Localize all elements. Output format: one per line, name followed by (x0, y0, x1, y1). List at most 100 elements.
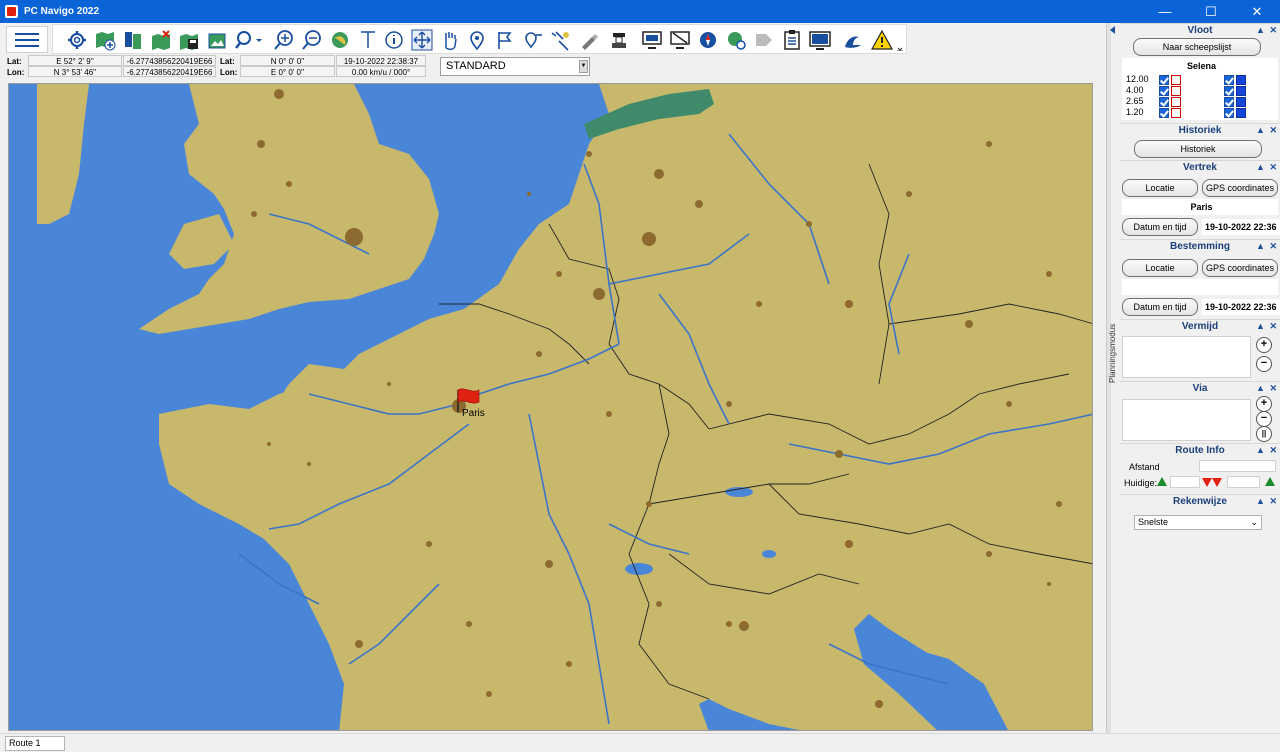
current-value-2 (1227, 476, 1260, 488)
height-checkbox[interactable] (1159, 97, 1169, 107)
route-pin-icon[interactable] (522, 29, 544, 51)
flag-icon[interactable] (494, 29, 516, 51)
length-checkbox-2[interactable] (1224, 75, 1234, 85)
lake-lucerne (762, 550, 776, 558)
wave-icon[interactable] (843, 29, 865, 51)
height-checkbox-2[interactable] (1224, 97, 1234, 107)
map-add-icon[interactable] (94, 29, 116, 51)
zoom-in-icon[interactable] (273, 29, 295, 51)
ship-list-button[interactable]: Naar scheepslijst (1133, 38, 1261, 56)
globe-icon[interactable] (329, 29, 351, 51)
minimize-button[interactable]: — (1142, 0, 1188, 23)
warning-icon[interactable] (871, 29, 893, 51)
draft-checkbox-2[interactable] (1224, 108, 1234, 118)
status-bar: Route 1 (0, 733, 1280, 752)
destination-location-button[interactable]: Locatie (1122, 259, 1198, 277)
search-dropdown-icon[interactable] (254, 29, 264, 51)
historiek-header: Historiek ▲ ✕ (1120, 123, 1280, 137)
screen-icon[interactable] (809, 29, 831, 51)
monitor-icon[interactable] (641, 29, 663, 51)
text-icon[interactable] (357, 29, 379, 51)
avoid-list[interactable] (1122, 336, 1251, 378)
distance-label: Afstand (1129, 462, 1160, 472)
arrow-down-icon-2 (1212, 478, 1222, 487)
header-controls[interactable]: ▲ ✕ (1256, 24, 1278, 37)
length-checkbox[interactable] (1159, 75, 1169, 85)
via-list[interactable] (1122, 399, 1251, 441)
info-icon[interactable] (383, 29, 405, 51)
departure-location-button[interactable]: Locatie (1122, 179, 1198, 197)
monitor-crossed-icon[interactable] (669, 29, 691, 51)
maximize-button[interactable]: ☐ (1188, 0, 1234, 23)
ship-name: Selena (1122, 58, 1278, 74)
width-checkbox-2[interactable] (1224, 86, 1234, 96)
draft-checkbox[interactable] (1159, 108, 1169, 118)
map-view[interactable]: Paris (8, 83, 1093, 731)
satellite-icon[interactable] (550, 29, 572, 51)
distance-value (1199, 460, 1276, 472)
map-scroll-gutter (1094, 83, 1106, 731)
map-remove-icon[interactable] (150, 29, 172, 51)
close-button[interactable]: ✕ (1234, 0, 1280, 23)
hand-icon[interactable] (439, 29, 461, 51)
toolbar-strip (52, 24, 907, 54)
dredger-icon[interactable] (608, 29, 630, 51)
current-value-1 (1170, 476, 1200, 488)
clipboard-icon[interactable] (781, 29, 803, 51)
destination-datetime-button[interactable]: Datum en tijd (1122, 298, 1198, 316)
pen-icon[interactable] (578, 29, 600, 51)
via-pause-button[interactable]: || (1256, 426, 1272, 442)
route-planner-panel: Vloot ▲ ✕ Naar scheepslijst Selena 12.00 … (1120, 23, 1280, 733)
calculation-mode-select[interactable]: Snelste ⌄ (1134, 515, 1262, 530)
toolbar-overflow-icon[interactable] (896, 29, 904, 51)
hamburger-menu-button[interactable] (6, 26, 48, 53)
zoom-out-icon[interactable] (301, 29, 323, 51)
title-bar: PC Navigo 2022 — ☐ ✕ (0, 0, 1280, 23)
map-canvas[interactable]: Paris (9, 84, 1093, 731)
collapse-arrow-icon[interactable] (1110, 26, 1115, 34)
vermijd-header: Vermijd ▲ ✕ (1120, 319, 1280, 333)
lon2-label: Lon: (220, 68, 238, 77)
vloot-header: Vloot ▲ ✕ (1120, 23, 1280, 37)
destination-place (1122, 279, 1278, 295)
avoid-add-button[interactable]: + (1256, 337, 1272, 353)
draft-blue-icon (1236, 108, 1246, 118)
lake-geneva (625, 563, 653, 575)
planning-mode-tab[interactable]: Planningsmodus (1106, 23, 1120, 733)
length-blue-icon (1236, 75, 1246, 85)
planning-mode-label: Planningsmodus (1108, 323, 1117, 383)
width-checkbox[interactable] (1159, 86, 1169, 96)
ship-height: 2.65 (1126, 96, 1144, 106)
search-icon[interactable] (234, 29, 256, 51)
chevron-down-icon[interactable]: ▼ (579, 60, 588, 73)
via-header: Via ▲ ✕ (1120, 381, 1280, 395)
map-style-select[interactable]: STANDARD (440, 57, 590, 76)
app-logo-icon (5, 5, 18, 18)
height-red-icon (1171, 97, 1181, 107)
lon-label: Lon: (7, 68, 25, 77)
departure-gps-button[interactable]: GPS coordinates (1202, 179, 1278, 197)
map-layers-icon[interactable] (122, 29, 144, 51)
globe-gear-icon[interactable] (725, 29, 747, 51)
settings-icon[interactable] (66, 29, 88, 51)
lat-raw-value: -6.27743856220419E66 (123, 55, 216, 66)
departure-datetime-button[interactable]: Datum en tijd (1122, 218, 1198, 236)
lat-dms-value: E 52° 2' 9'' (28, 55, 122, 66)
city-label-paris: Paris (462, 408, 485, 419)
via-add-button[interactable]: + (1256, 396, 1272, 412)
pin-icon[interactable] (466, 29, 488, 51)
pan-arrows-icon[interactable] (411, 29, 433, 51)
compass-icon[interactable] (697, 29, 719, 51)
via-remove-button[interactable]: − (1256, 411, 1272, 427)
save-icon[interactable] (178, 29, 200, 51)
lon2-value: E 0° 0' 0'' (240, 66, 335, 77)
tag-icon[interactable] (753, 29, 775, 51)
lat-label: Lat: (7, 57, 22, 66)
destination-gps-button[interactable]: GPS coordinates (1202, 259, 1278, 277)
chevron-down-icon: ⌄ (1250, 517, 1258, 527)
image-export-icon[interactable] (206, 29, 228, 51)
history-button[interactable]: Historiek (1134, 140, 1262, 158)
lake-constance (725, 487, 753, 497)
avoid-remove-button[interactable]: − (1256, 356, 1272, 372)
rekenwijze-header: Rekenwijze ▲ ✕ (1120, 494, 1280, 508)
